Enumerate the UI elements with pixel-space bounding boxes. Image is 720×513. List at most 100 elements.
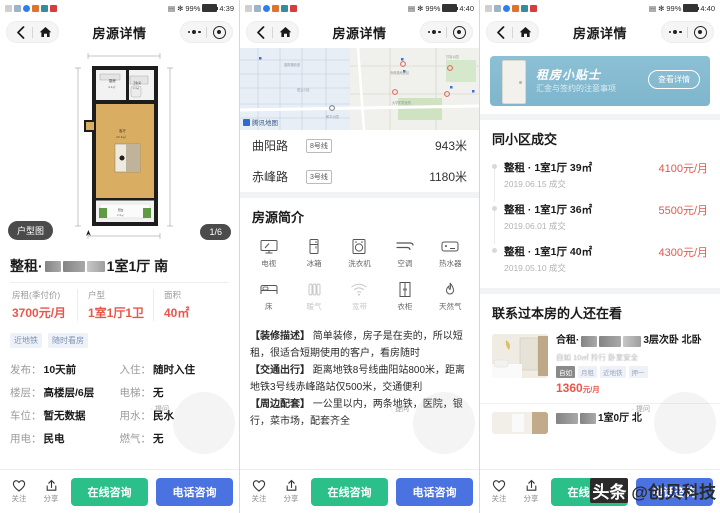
- status-bar-system: ▤ ✻ 99% 4:39: [168, 4, 234, 13]
- floorplan-chip[interactable]: 户型图: [8, 221, 54, 240]
- rec-price-value: 1360: [556, 380, 583, 395]
- teal-app-icon: [41, 4, 48, 12]
- status-bar: ▤ ✻ 99% 4:40: [240, 0, 479, 16]
- listing-title-section: 整租· 1室1厅 南 房租(季付价) 3700元/月 户型 1室1厅1卫 面积: [0, 248, 239, 329]
- deal-text: 整租 · 1室1厅 40㎡ 2019.05.10 成交: [504, 244, 592, 274]
- deal-row[interactable]: 整租 · 1室1厅 40㎡ 2019.05.10 成交 4300元/月: [492, 238, 708, 280]
- back-button[interactable]: [248, 21, 272, 43]
- info-gas: 燃气：无: [119, 433, 164, 445]
- banner-title: 租房小贴士: [536, 68, 602, 82]
- deal-desc: 整租 · 1室1厅 40㎡: [504, 246, 593, 258]
- ellipsis-icon: [668, 30, 682, 34]
- info-publish: 发布： 10天前: [10, 364, 77, 376]
- home-button[interactable]: [513, 21, 537, 43]
- recommendation-card[interactable]: 1室0厅 北: [480, 404, 720, 442]
- favorite-button[interactable]: 关注: [487, 479, 511, 504]
- facilities-section-title: 房源简介: [252, 210, 305, 225]
- svg-text:和平公园: 和平公园: [326, 114, 339, 119]
- tag-item: 随时看房: [48, 333, 88, 348]
- home-button[interactable]: [273, 21, 297, 43]
- spec-label: 面积: [164, 290, 182, 300]
- location-map[interactable]: 曲阳路街道 密云小区 赤峰路地铁站 大学附属医院 和平公园 甘泉公园 腾讯地图: [240, 48, 479, 130]
- door-illustration-icon: [502, 60, 526, 104]
- doc-icon: [245, 4, 252, 12]
- online-consult-button[interactable]: 在线咨询: [311, 477, 388, 506]
- online-consult-button[interactable]: 在线咨询: [71, 477, 148, 506]
- wifi-app-icon: [254, 4, 261, 12]
- recommendation-thumbnail: [492, 411, 548, 434]
- blue-app-icon: [23, 4, 30, 12]
- back-button[interactable]: [488, 21, 512, 43]
- nav-right-group: [180, 21, 233, 43]
- rental-tips-banner[interactable]: 租房小贴士 汇金与签约的注意事项 查看详情: [490, 56, 710, 106]
- description-paragraph: 【周边配套】 一公里以内，两条地铁，医院，银行，菜市场，配套齐全: [250, 396, 469, 430]
- ellipsis-icon: [187, 30, 201, 34]
- facility-label: 空调: [397, 259, 413, 268]
- svg-text:客厅: 客厅: [119, 128, 127, 133]
- close-button[interactable]: [447, 21, 471, 43]
- facility-aircon: 空调: [382, 238, 427, 269]
- facility-gas: 天然气: [428, 281, 473, 312]
- target-icon: [452, 25, 466, 39]
- deals-list: 整租 · 1室1厅 39㎡ 2019.06.15 成交 4100元/月 整租 ·…: [480, 152, 720, 288]
- spec-value: 40㎡: [164, 306, 190, 320]
- more-button[interactable]: [422, 21, 446, 43]
- recommendation-info: 1室0厅 北: [556, 412, 708, 434]
- back-button[interactable]: [8, 21, 32, 43]
- favorite-button[interactable]: 关注: [7, 479, 31, 504]
- favorite-label: 关注: [251, 494, 267, 503]
- redacted-block: [86, 260, 105, 272]
- three-panel-screenshot: ▤ ✻ 99% 4:39 房源详情 厨房 4.2㎡ 卫生间 2.4㎡ 客厅 20…: [0, 0, 720, 513]
- radiator-icon: [308, 283, 321, 296]
- share-button[interactable]: 分享: [519, 479, 543, 504]
- rec-tag-item: 近地铁: [600, 365, 626, 378]
- share-icon: [526, 479, 536, 491]
- listing-title-suffix: 1室1厅 南: [106, 258, 169, 274]
- facility-tv: 电视: [246, 238, 291, 269]
- wifi-app-icon: [494, 4, 501, 12]
- rec-tag-item: 押一: [628, 365, 648, 378]
- listing-specs: 房租(季付价) 3700元/月 户型 1室1厅1卫 面积 40㎡: [10, 289, 229, 321]
- metro-row: 赤峰路 3号线 1180米: [240, 161, 479, 192]
- share-button[interactable]: 分享: [279, 479, 303, 504]
- floorplan-viewer[interactable]: 厨房 4.2㎡ 卫生间 2.4㎡ 客厅 20.6㎡ 阳台 2.4㎡ 户型图 1/…: [0, 48, 239, 248]
- battery-icon: [683, 4, 700, 12]
- washer-icon: [352, 239, 366, 254]
- rec-price-unit: 元/月: [582, 384, 600, 394]
- deal-row[interactable]: 整租 · 1室1厅 39㎡ 2019.06.15 成交 4100元/月: [492, 154, 708, 202]
- battery-percent: 99%: [185, 3, 201, 13]
- watermark-logo: 头条: [590, 478, 629, 503]
- clock: 4:39: [219, 3, 234, 13]
- banner-cta-button[interactable]: 查看详情: [648, 70, 700, 89]
- nav-bar: 房源详情: [240, 16, 479, 48]
- recommendation-title: 1室0厅 北: [556, 412, 708, 427]
- facility-label: 暖气: [306, 302, 322, 311]
- favorite-button[interactable]: 关注: [247, 479, 271, 504]
- home-button[interactable]: [33, 21, 57, 43]
- status-bar: ▤ ✻ 99% 4:40: [480, 0, 720, 16]
- status-bar-system: ▤ ✻ 99% 4:40: [408, 4, 474, 13]
- phone-consult-button[interactable]: 电话咨询: [396, 477, 473, 506]
- close-button[interactable]: [207, 21, 231, 43]
- recommendation-card[interactable]: 合租· 3层次卧 北卧 自如 10㎡ 拎行 卧室安全 自如 月租 近地铁 押一 …: [480, 326, 720, 404]
- recommendation-title: 合租· 3层次卧 北卧: [556, 334, 708, 349]
- metro-line-badge: 8号线: [306, 138, 332, 153]
- info-elevator: 电梯：无: [119, 387, 164, 399]
- image-counter: 1/6: [200, 224, 231, 240]
- divider-line: [10, 282, 229, 283]
- nav-left-group: [246, 21, 299, 43]
- share-button[interactable]: 分享: [39, 479, 63, 504]
- svg-text:2.4㎡: 2.4㎡: [117, 213, 124, 217]
- phone-consult-button[interactable]: 电话咨询: [156, 477, 233, 506]
- facility-fridge: 冰箱: [291, 238, 336, 269]
- metro-station: 曲阳路: [252, 139, 289, 153]
- spec-label: 房租(季付价): [12, 290, 61, 300]
- more-button[interactable]: [663, 21, 687, 43]
- close-button[interactable]: [688, 21, 712, 43]
- recommendation-info: 合租· 3层次卧 北卧 自如 10㎡ 拎行 卧室安全 自如 月租 近地铁 押一 …: [556, 334, 708, 395]
- more-button[interactable]: [182, 21, 206, 43]
- bluetooth-icon: ✻: [177, 3, 184, 13]
- deal-row[interactable]: 整租 · 1室1厅 36㎡ 2019.06.01 成交 5500元/月: [492, 196, 708, 244]
- target-icon: [693, 25, 707, 39]
- recommendation-tags: 自如 月租 近地铁 押一: [556, 365, 708, 378]
